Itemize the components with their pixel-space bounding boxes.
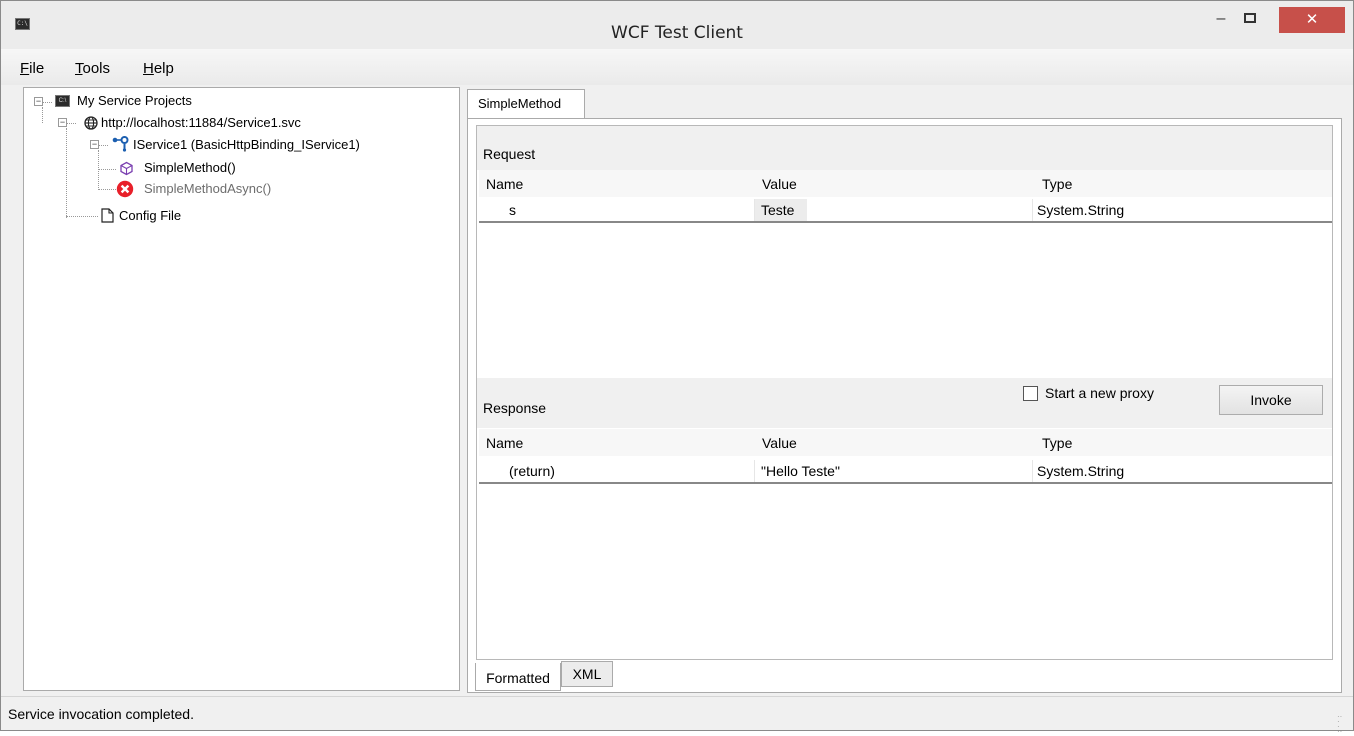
column-header-name[interactable]: Name	[486, 170, 523, 197]
window-title: WCF Test Client	[611, 23, 743, 43]
wcf-test-client-window: C:\ WCF Test Client – ✕ File Tools Help …	[0, 0, 1354, 736]
service-tree[interactable]: − C:\ My Service Projects − http://local…	[23, 87, 460, 691]
response-header: Response Start a new proxy Invoke	[477, 378, 1332, 428]
response-heading: Response	[483, 400, 547, 416]
globe-icon	[84, 116, 98, 133]
tree-connector	[66, 128, 67, 218]
tree-root[interactable]: My Service Projects	[77, 91, 192, 111]
request-header: Request	[477, 126, 1332, 170]
column-header-value[interactable]: Value	[762, 170, 797, 197]
column-header-type[interactable]: Type	[1042, 170, 1072, 197]
menu-help-accel: H	[143, 60, 154, 77]
start-new-proxy-checkbox[interactable]	[1023, 386, 1038, 401]
tab-xml[interactable]: XML	[561, 661, 613, 687]
minimize-button[interactable]: –	[1208, 9, 1234, 31]
maximize-icon	[1244, 13, 1256, 23]
collapse-toggle[interactable]: −	[34, 97, 43, 106]
collapse-toggle[interactable]: −	[90, 140, 99, 149]
interface-icon	[112, 136, 130, 155]
tab-simplemethod[interactable]: SimpleMethod	[467, 89, 585, 119]
tree-connector	[66, 216, 98, 217]
close-button[interactable]: ✕	[1279, 7, 1345, 33]
tree-method-simplemethod[interactable]: SimpleMethod()	[144, 158, 236, 178]
tree-contract[interactable]: IService1 (BasicHttpBinding_IService1)	[133, 135, 360, 155]
start-new-proxy-label[interactable]: Start a new proxy	[1045, 385, 1154, 401]
request-row[interactable]: s Teste System.String	[479, 199, 1332, 223]
status-bar: Service invocation completed. ·· · · ··	[1, 696, 1353, 736]
title-bar[interactable]: C:\ WCF Test Client – ✕	[1, 1, 1353, 49]
tree-connector	[66, 123, 76, 124]
column-header-name[interactable]: Name	[486, 429, 523, 456]
menu-file-rest: ile	[29, 60, 45, 77]
request-grid-header: Name Value Type	[479, 170, 1332, 198]
tree-connector	[98, 169, 116, 170]
response-row[interactable]: (return) "Hello Teste" System.String	[479, 460, 1332, 484]
tree-config-file[interactable]: Config File	[119, 206, 181, 226]
error-icon	[116, 180, 134, 201]
request-param-type: System.String	[1037, 202, 1125, 218]
menu-tools-accel: T	[75, 60, 83, 77]
resize-grip-icon[interactable]: ·· · · ··	[1337, 713, 1347, 736]
response-grid-header: Name Value Type	[479, 429, 1332, 457]
response-return-name: (return)	[509, 463, 555, 479]
request-heading: Request	[483, 146, 536, 162]
column-separator	[1032, 460, 1033, 482]
menu-tools-rest: ools	[82, 60, 111, 77]
maximize-button[interactable]	[1237, 9, 1263, 31]
tree-connector	[42, 102, 52, 103]
tree-method-simplemethodasync[interactable]: SimpleMethodAsync()	[144, 179, 271, 199]
tab-formatted[interactable]: Formatted	[475, 663, 561, 691]
method-content-panel: Request Name Value Type s Teste System.S…	[467, 118, 1342, 693]
tree-connector	[98, 145, 108, 146]
status-text: Service invocation completed.	[8, 706, 194, 722]
menu-help[interactable]: Help	[143, 60, 174, 77]
menu-bar: File Tools Help	[1, 49, 1353, 85]
column-separator	[754, 460, 755, 482]
document-icon	[101, 208, 114, 226]
menu-tools[interactable]: Tools	[75, 60, 110, 77]
tree-connector	[98, 150, 99, 190]
tree-connector	[42, 107, 43, 123]
request-param-name: s	[509, 202, 516, 218]
response-return-value: "Hello Teste"	[761, 463, 840, 479]
method-cube-icon	[119, 161, 134, 179]
menu-file[interactable]: File	[20, 60, 44, 77]
column-header-value[interactable]: Value	[762, 429, 797, 456]
column-separator	[1032, 199, 1033, 221]
menu-help-rest: elp	[153, 60, 174, 77]
menu-file-accel: F	[20, 60, 30, 77]
tree-endpoint[interactable]: http://localhost:11884/Service1.svc	[101, 113, 301, 133]
tree-connector	[98, 189, 116, 190]
method-inner-panel: Request Name Value Type s Teste System.S…	[476, 125, 1333, 660]
invoke-button[interactable]: Invoke	[1219, 385, 1323, 415]
column-header-type[interactable]: Type	[1042, 429, 1072, 456]
console-icon: C:\	[55, 95, 70, 107]
collapse-toggle[interactable]: −	[58, 118, 67, 127]
request-param-value[interactable]: Teste	[755, 199, 807, 221]
response-return-type: System.String	[1037, 463, 1125, 479]
